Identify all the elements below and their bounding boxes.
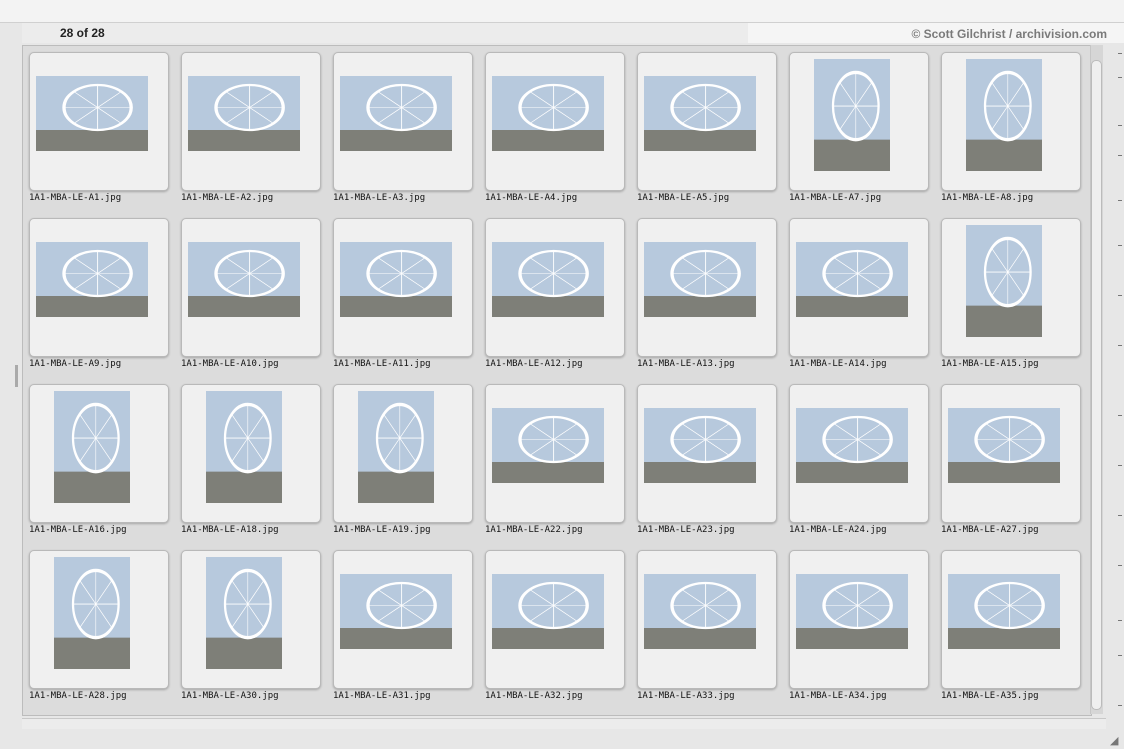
- thumbnail-cell[interactable]: 1A1-MBA-LE-A27.jpg: [935, 378, 1087, 544]
- photo-thumbnail-image[interactable]: [54, 557, 130, 669]
- browser-header: [22, 23, 750, 43]
- thumbnail-filename: 1A1-MBA-LE-A22.jpg: [485, 525, 583, 535]
- thumbnail-cell[interactable]: 1A1-MBA-LE-A31.jpg: [327, 544, 479, 710]
- thumbnail-cell[interactable]: 1A1-MBA-LE-A7.jpg: [783, 46, 935, 212]
- thumbnail-filename: 1A1-MBA-LE-A7.jpg: [789, 193, 882, 203]
- thumbnail-cell[interactable]: 1A1-MBA-LE-A1.jpg: [23, 46, 175, 212]
- thumbnail-cell[interactable]: 1A1-MBA-LE-A5.jpg: [631, 46, 783, 212]
- photo-thumbnail-image[interactable]: [948, 408, 1060, 483]
- photo-thumbnail-image[interactable]: [644, 574, 756, 649]
- photo-thumbnail-image[interactable]: [644, 408, 756, 483]
- photo-thumbnail-image[interactable]: [358, 391, 434, 503]
- thumbnail-cell[interactable]: 1A1-MBA-LE-A35.jpg: [935, 544, 1087, 710]
- photo-thumbnail-image[interactable]: [188, 76, 300, 151]
- thumbnail-filename: 1A1-MBA-LE-A32.jpg: [485, 691, 583, 701]
- thumbnail-cell[interactable]: 1A1-MBA-LE-A16.jpg: [23, 378, 175, 544]
- window-top-strip: [0, 0, 1124, 23]
- thumbnail-filename: 1A1-MBA-LE-A30.jpg: [181, 691, 279, 701]
- thumbnail-cell[interactable]: 1A1-MBA-LE-A24.jpg: [783, 378, 935, 544]
- thumbnail-filename: 1A1-MBA-LE-A12.jpg: [485, 359, 583, 369]
- photo-thumbnail-image[interactable]: [966, 59, 1042, 171]
- thumbnail-filename: 1A1-MBA-LE-A34.jpg: [789, 691, 887, 701]
- thumbnail-filename: 1A1-MBA-LE-A1.jpg: [29, 193, 122, 203]
- copyright-credit: © Scott Gilchrist / archivision.com: [911, 27, 1107, 41]
- thumbnail-filename: 1A1-MBA-LE-A4.jpg: [485, 193, 578, 203]
- horizontal-scrollbar[interactable]: [22, 718, 1106, 729]
- photo-thumbnail-image[interactable]: [340, 242, 452, 317]
- thumbnail-cell[interactable]: 1A1-MBA-LE-A3.jpg: [327, 46, 479, 212]
- thumbnail-cell[interactable]: 1A1-MBA-LE-A23.jpg: [631, 378, 783, 544]
- thumbnail-filename: 1A1-MBA-LE-A9.jpg: [29, 359, 122, 369]
- thumbnail-filename: 1A1-MBA-LE-A19.jpg: [333, 525, 431, 535]
- thumbnail-filename: 1A1-MBA-LE-A27.jpg: [941, 525, 1039, 535]
- thumbnail-cell[interactable]: 1A1-MBA-LE-A8.jpg: [935, 46, 1087, 212]
- thumbnail-cell[interactable]: 1A1-MBA-LE-A15.jpg: [935, 212, 1087, 378]
- thumbnail-cell[interactable]: 1A1-MBA-LE-A19.jpg: [327, 378, 479, 544]
- thumbnail-filename: 1A1-MBA-LE-A3.jpg: [333, 193, 426, 203]
- thumbnail-filename: 1A1-MBA-LE-A18.jpg: [181, 525, 279, 535]
- photo-thumbnail-image[interactable]: [492, 242, 604, 317]
- thumbnail-cell[interactable]: 1A1-MBA-LE-A28.jpg: [23, 544, 175, 710]
- right-edge-marks: [1110, 45, 1124, 725]
- image-count: 28 of 28: [60, 26, 105, 40]
- thumbnail-filename: 1A1-MBA-LE-A5.jpg: [637, 193, 730, 203]
- photo-thumbnail-image[interactable]: [948, 574, 1060, 649]
- thumbnail-filename: 1A1-MBA-LE-A15.jpg: [941, 359, 1039, 369]
- thumbnail-cell[interactable]: 1A1-MBA-LE-A30.jpg: [175, 544, 327, 710]
- thumbnail-filename: 1A1-MBA-LE-A35.jpg: [941, 691, 1039, 701]
- thumbnail-filename: 1A1-MBA-LE-A8.jpg: [941, 193, 1034, 203]
- thumbnail-filename: 1A1-MBA-LE-A2.jpg: [181, 193, 274, 203]
- thumbnail-filename: 1A1-MBA-LE-A10.jpg: [181, 359, 279, 369]
- thumbnail-cell[interactable]: 1A1-MBA-LE-A33.jpg: [631, 544, 783, 710]
- photo-thumbnail-image[interactable]: [206, 557, 282, 669]
- photo-thumbnail-image[interactable]: [492, 408, 604, 483]
- photo-thumbnail-image[interactable]: [188, 242, 300, 317]
- photo-thumbnail-image[interactable]: [492, 574, 604, 649]
- photo-thumbnail-image[interactable]: [644, 76, 756, 151]
- thumbnail-cell[interactable]: 1A1-MBA-LE-A10.jpg: [175, 212, 327, 378]
- photo-thumbnail-image[interactable]: [644, 242, 756, 317]
- photo-thumbnail-image[interactable]: [36, 76, 148, 151]
- thumbnail-filename: 1A1-MBA-LE-A23.jpg: [637, 525, 735, 535]
- thumbnail-cell[interactable]: 1A1-MBA-LE-A4.jpg: [479, 46, 631, 212]
- photo-thumbnail-image[interactable]: [206, 391, 282, 503]
- resize-grip-icon[interactable]: ◢: [1110, 735, 1122, 747]
- thumbnail-cell[interactable]: 1A1-MBA-LE-A14.jpg: [783, 212, 935, 378]
- thumbnail-cell[interactable]: 1A1-MBA-LE-A11.jpg: [327, 212, 479, 378]
- thumbnail-filename: 1A1-MBA-LE-A16.jpg: [29, 525, 127, 535]
- thumbnail-cell[interactable]: 1A1-MBA-LE-A9.jpg: [23, 212, 175, 378]
- thumbnail-filename: 1A1-MBA-LE-A14.jpg: [789, 359, 887, 369]
- thumbnail-filename: 1A1-MBA-LE-A28.jpg: [29, 691, 127, 701]
- thumbnail-filename: 1A1-MBA-LE-A13.jpg: [637, 359, 735, 369]
- thumbnail-filename: 1A1-MBA-LE-A31.jpg: [333, 691, 431, 701]
- thumbnail-cell[interactable]: 1A1-MBA-LE-A2.jpg: [175, 46, 327, 212]
- photo-thumbnail-image[interactable]: [54, 391, 130, 503]
- photo-thumbnail-image[interactable]: [796, 408, 908, 483]
- photo-thumbnail-image[interactable]: [814, 59, 890, 171]
- photo-thumbnail-image[interactable]: [492, 76, 604, 151]
- photo-thumbnail-image[interactable]: [966, 225, 1042, 337]
- thumbnail-filename: 1A1-MBA-LE-A33.jpg: [637, 691, 735, 701]
- photo-thumbnail-image[interactable]: [796, 574, 908, 649]
- thumbnail-filename: 1A1-MBA-LE-A24.jpg: [789, 525, 887, 535]
- thumbnail-cell[interactable]: 1A1-MBA-LE-A13.jpg: [631, 212, 783, 378]
- thumbnail-filename: 1A1-MBA-LE-A11.jpg: [333, 359, 431, 369]
- thumbnail-cell[interactable]: 1A1-MBA-LE-A34.jpg: [783, 544, 935, 710]
- photo-thumbnail-image[interactable]: [340, 76, 452, 151]
- photo-thumbnail-image[interactable]: [36, 242, 148, 317]
- thumbnail-cell[interactable]: 1A1-MBA-LE-A12.jpg: [479, 212, 631, 378]
- photo-thumbnail-image[interactable]: [340, 574, 452, 649]
- thumbnail-cell[interactable]: 1A1-MBA-LE-A18.jpg: [175, 378, 327, 544]
- left-pane-grip[interactable]: [15, 365, 18, 387]
- thumbnail-cell[interactable]: 1A1-MBA-LE-A22.jpg: [479, 378, 631, 544]
- thumbnail-cell[interactable]: 1A1-MBA-LE-A32.jpg: [479, 544, 631, 710]
- thumbnail-grid: 1A1-MBA-LE-A1.jpg 1A1-MBA-LE-A2.jpg 1A1-MB…: [22, 45, 1092, 716]
- vertical-scroll-thumb[interactable]: [1091, 60, 1102, 710]
- photo-thumbnail-image[interactable]: [796, 242, 908, 317]
